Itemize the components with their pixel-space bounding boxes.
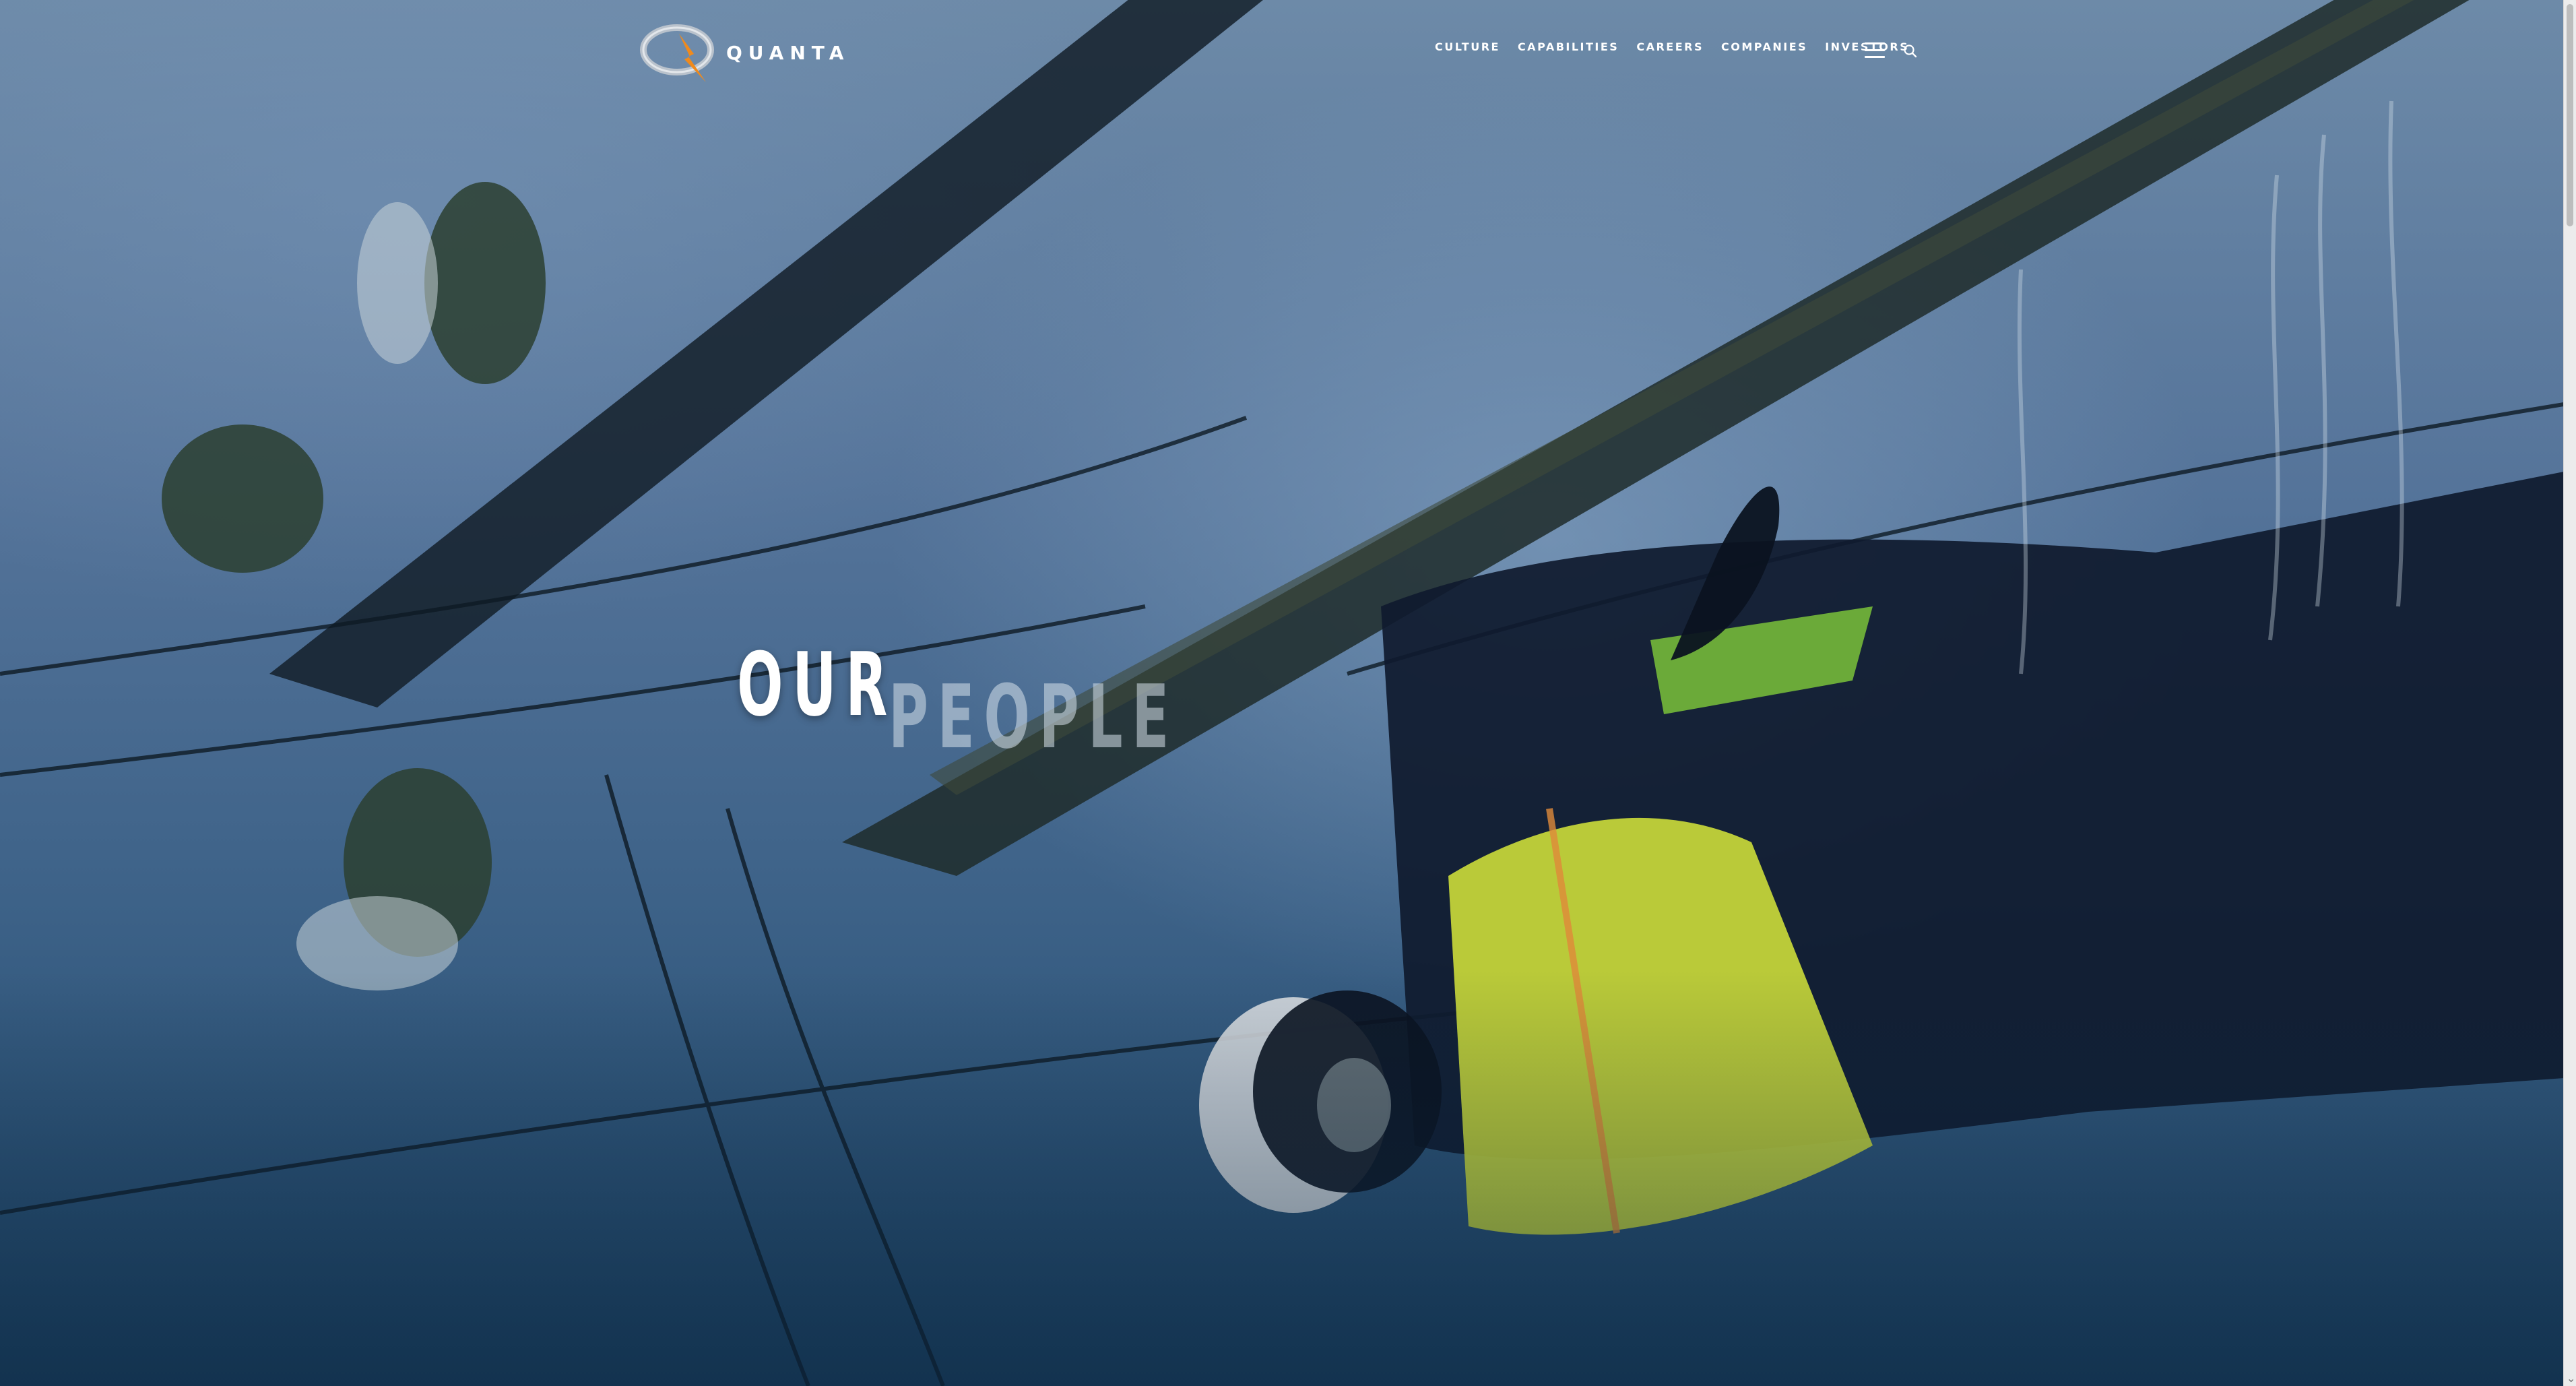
headline-our: OUR: [737, 633, 897, 736]
nav-culture[interactable]: CULTURE: [1435, 40, 1500, 53]
main-nav: CULTURE CAPABILITIES CAREERS COMPANIES I…: [1435, 40, 1909, 53]
scrollbar-thumb[interactable]: [2567, 4, 2573, 226]
nav-companies[interactable]: COMPANIES: [1721, 40, 1807, 53]
hamburger-menu-icon[interactable]: [1865, 42, 1885, 59]
headline-people: PEOPLE: [889, 666, 1178, 768]
logo-text: QUANTA: [726, 41, 850, 64]
hero-vignette: [0, 0, 2564, 1386]
nav-capabilities[interactable]: CAPABILITIES: [1518, 40, 1619, 53]
search-icon[interactable]: [1902, 43, 1919, 59]
page: QUANTA CULTURE CAPABILITIES CAREERS COMP…: [0, 0, 2576, 1386]
page-scrollbar[interactable]: ⌄: [2563, 0, 2576, 1386]
nav-careers[interactable]: CAREERS: [1636, 40, 1704, 53]
quanta-logo-link[interactable]: QUANTA: [640, 20, 849, 85]
quanta-swirl-logo: [640, 24, 714, 82]
scroll-down-arrow-icon[interactable]: ⌄: [2567, 1374, 2575, 1385]
